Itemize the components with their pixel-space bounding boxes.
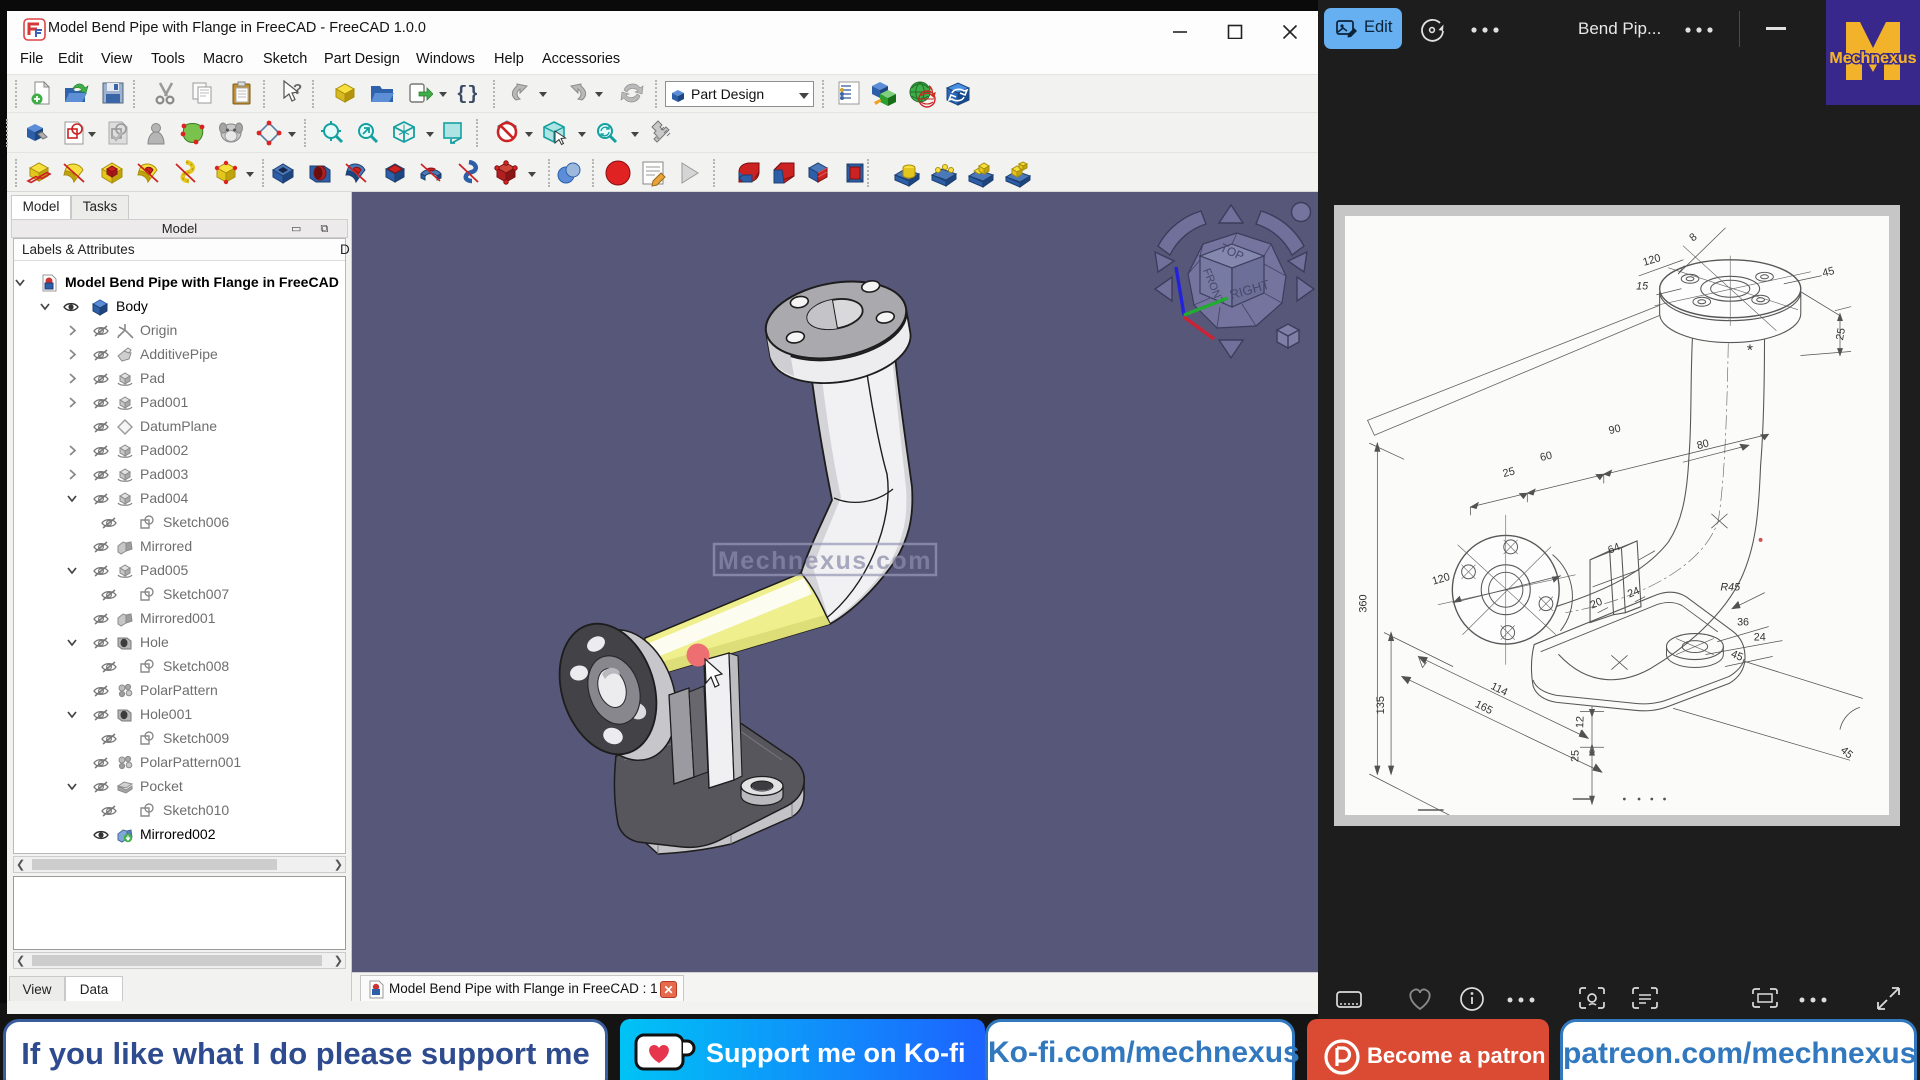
svg-text:360: 360 [1358, 594, 1370, 612]
svg-text:25: 25 [1569, 750, 1581, 763]
svg-text:?: ? [293, 81, 302, 98]
svg-text:36: 36 [1737, 617, 1749, 629]
svg-text:114: 114 [1489, 680, 1510, 699]
svg-text:90: 90 [1607, 423, 1622, 438]
svg-text:Mechnexus: Mechnexus [1829, 50, 1916, 67]
svg-text:15: 15 [1636, 281, 1649, 293]
svg-text:{}: {} [456, 83, 479, 105]
svg-text:135: 135 [1375, 696, 1387, 714]
svg-text:12: 12 [1574, 716, 1586, 729]
svg-text:165: 165 [1473, 698, 1494, 717]
svg-text:Mechnexus.com: Mechnexus.com [718, 547, 932, 575]
svg-text:24: 24 [1626, 585, 1642, 601]
svg-text:8: 8 [1687, 231, 1699, 244]
svg-text:45: 45 [1838, 744, 1855, 761]
svg-text:R45: R45 [1720, 582, 1741, 594]
svg-text:*: * [1747, 342, 1753, 359]
svg-text:20: 20 [1589, 596, 1605, 612]
svg-text:60: 60 [1539, 449, 1554, 464]
svg-text:45: 45 [1821, 265, 1836, 280]
svg-text:64: 64 [1606, 541, 1622, 557]
svg-text:25: 25 [1502, 465, 1517, 480]
svg-text:120: 120 [1641, 252, 1662, 269]
svg-text:120: 120 [1431, 571, 1452, 588]
svg-text:24: 24 [1754, 632, 1766, 644]
svg-text:25: 25 [1834, 327, 1848, 341]
svg-text:45: 45 [1729, 648, 1745, 664]
svg-text:80: 80 [1696, 437, 1711, 452]
